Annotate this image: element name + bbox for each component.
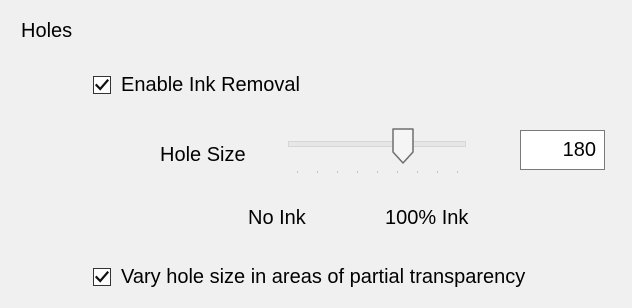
group-title: Holes (21, 20, 73, 42)
min-label: No Ink (248, 207, 306, 229)
hole-size-label: Hole Size (160, 144, 246, 166)
slider-tick (457, 171, 458, 173)
slider-thumb[interactable] (391, 128, 414, 164)
checkbox-box[interactable] (93, 76, 111, 94)
slider-tick (357, 171, 358, 173)
vary-hole-size-label: Vary hole size in areas of partial trans… (121, 266, 526, 288)
hole-size-slider[interactable] (286, 124, 468, 178)
slider-tick (417, 171, 418, 173)
slider-tick (397, 171, 398, 173)
slider-tick (377, 171, 378, 173)
slider-tick (437, 171, 438, 173)
checkmark-icon (95, 79, 109, 91)
vary-hole-size-checkbox[interactable]: Vary hole size in areas of partial trans… (93, 265, 525, 289)
checkmark-icon (95, 271, 109, 283)
checkbox-box[interactable] (93, 268, 111, 286)
enable-ink-removal-label: Enable Ink Removal (121, 74, 300, 96)
enable-ink-removal-checkbox[interactable]: Enable Ink Removal (93, 73, 300, 97)
max-label: 100% Ink (385, 207, 469, 229)
slider-tick (297, 171, 298, 173)
slider-track[interactable] (288, 141, 466, 147)
hole-size-value-field[interactable] (520, 130, 605, 170)
slider-tick (337, 171, 338, 173)
slider-tick (317, 171, 318, 173)
